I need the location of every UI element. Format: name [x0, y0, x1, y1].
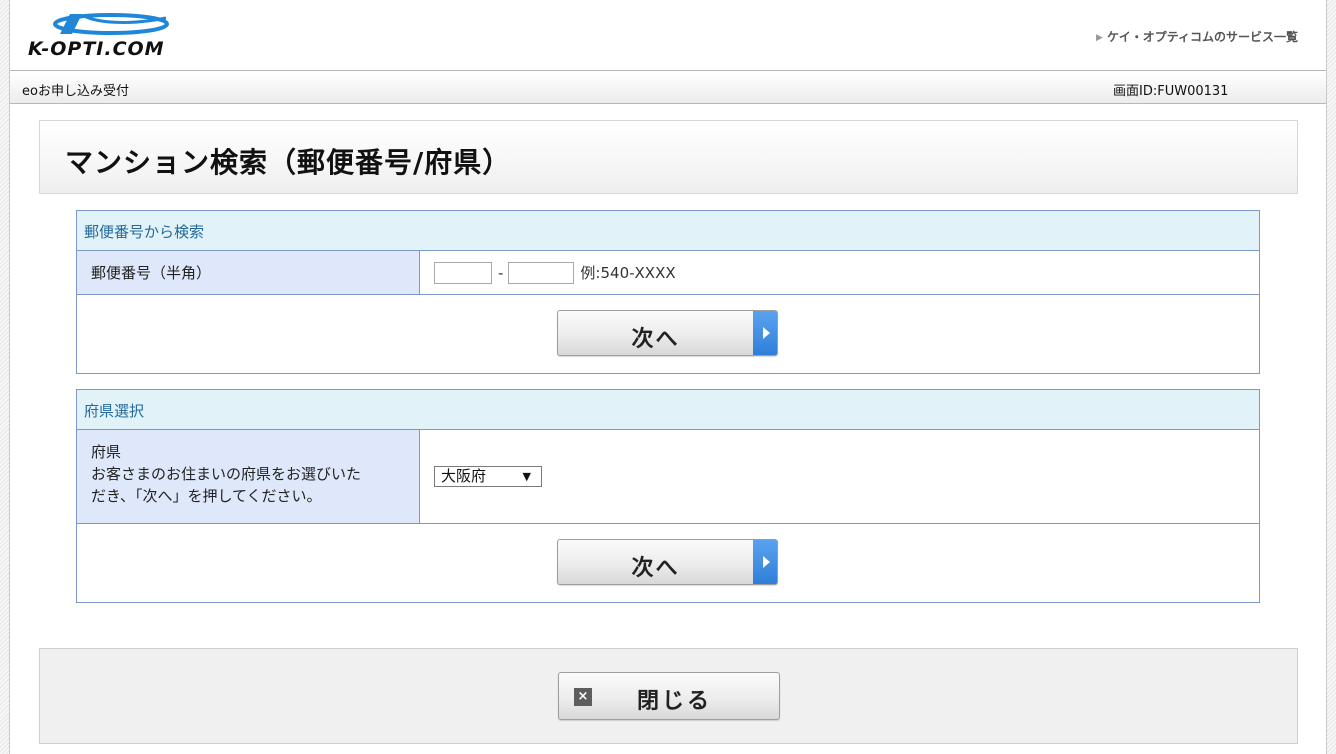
- page-frame: K-OPTI.COM ▶ ケイ・オプティコムのサービス一覧 eoお申し込み受付 画…: [9, 0, 1327, 754]
- page-title-box: マンション検索（郵便番号/府県）: [39, 120, 1298, 194]
- zip-example: 例:540-XXXX: [580, 264, 676, 282]
- prefecture-section: 府県選択 府県 お客さまのお住まいの府県をお選びいた だき、「次へ」を押してくだ…: [76, 389, 1260, 603]
- prefecture-select-value: 大阪府: [441, 467, 487, 485]
- arrow-right-icon: [753, 540, 777, 584]
- postal-code-section: 郵便番号から検索 郵便番号（半角） - 例:540-XXXX 次へ: [76, 210, 1260, 374]
- service-list-link-label: ケイ・オプティコムのサービス一覧: [1106, 30, 1298, 44]
- sub-header-bar: eoお申し込み受付 画面ID:FUW00131: [10, 72, 1326, 104]
- screen-id: 画面ID:FUW00131: [1113, 84, 1229, 99]
- prefecture-row: 府県 お客さまのお住まいの府県をお選びいた だき、「次へ」を押してください。 大…: [77, 430, 1259, 524]
- arrow-right-icon: [753, 311, 777, 355]
- prefecture-section-heading: 府県選択: [77, 390, 1259, 430]
- k-opti-logo[interactable]: K-OPTI.COM: [26, 12, 196, 62]
- application-reception-label: eoお申し込み受付: [22, 84, 129, 99]
- service-list-link[interactable]: ▶ ケイ・オプティコムのサービス一覧: [1096, 28, 1298, 45]
- dropdown-arrow-icon: ▼: [522, 470, 531, 483]
- postal-code-value: - 例:540-XXXX: [420, 251, 1259, 294]
- zip-second-input[interactable]: [508, 261, 575, 284]
- site-header: K-OPTI.COM ▶ ケイ・オプティコムのサービス一覧: [10, 0, 1326, 71]
- prefecture-button-row: 次へ: [77, 524, 1259, 602]
- postal-next-button-label: 次へ: [631, 327, 680, 352]
- postal-next-button[interactable]: 次へ: [557, 310, 778, 356]
- triangle-right-icon: ▶: [1096, 33, 1103, 43]
- close-button-label: 閉じる: [637, 689, 713, 714]
- prefecture-next-button[interactable]: 次へ: [557, 539, 778, 585]
- prefecture-label-title: 府県: [91, 443, 122, 461]
- zip-first-input[interactable]: [434, 261, 492, 284]
- postal-button-row: 次へ: [77, 295, 1259, 373]
- postal-section-heading: 郵便番号から検索: [77, 211, 1259, 251]
- postal-code-label: 郵便番号（半角）: [77, 251, 420, 294]
- prefecture-value: 大阪府 ▼: [420, 430, 1259, 523]
- prefecture-label-instruction-2: だき、「次へ」を押してください。: [91, 487, 322, 505]
- prefecture-label-instruction-1: お客さまのお住まいの府県をお選びいた: [91, 465, 362, 483]
- page-title: マンション検索（郵便番号/府県）: [65, 146, 512, 179]
- zip-dash: -: [498, 263, 504, 282]
- prefecture-next-button-label: 次へ: [631, 556, 680, 581]
- postal-code-row: 郵便番号（半角） - 例:540-XXXX: [77, 251, 1259, 295]
- prefecture-label: 府県 お客さまのお住まいの府県をお選びいた だき、「次へ」を押してください。: [77, 430, 420, 523]
- close-button[interactable]: × 閉じる: [558, 672, 780, 720]
- k-opti-logo-swoosh-icon: [53, 13, 169, 35]
- footer-bar: × 閉じる: [39, 648, 1298, 744]
- logo-text: K-OPTI.COM: [28, 38, 165, 60]
- prefecture-select[interactable]: 大阪府 ▼: [434, 466, 542, 487]
- close-icon: ×: [574, 688, 592, 706]
